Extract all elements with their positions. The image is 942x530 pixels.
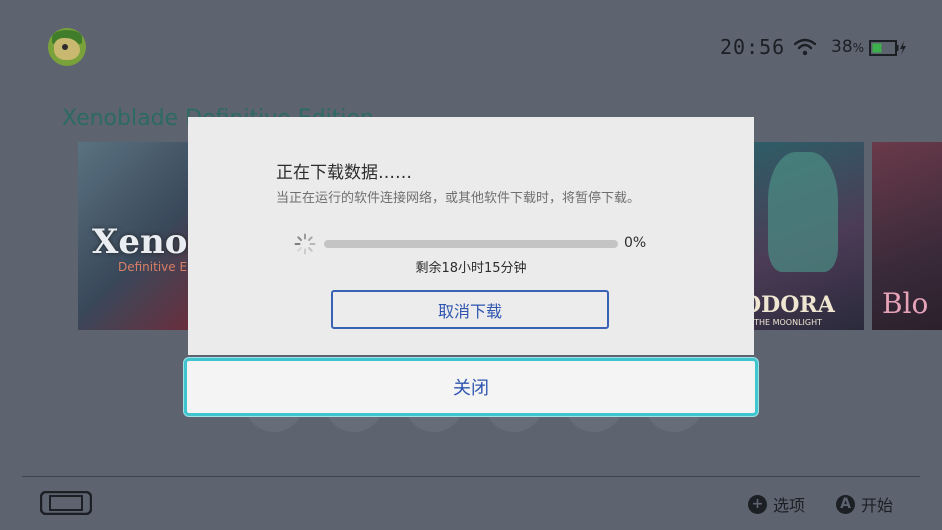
close-button[interactable]: 关闭 xyxy=(184,358,758,416)
game-tile-blo[interactable]: Blo xyxy=(872,142,942,330)
time-remaining: 剩余18小时15分钟 xyxy=(415,261,527,276)
bottom-divider xyxy=(22,476,920,477)
tile-logo: ODORA xyxy=(742,292,835,318)
cancel-download-button[interactable]: 取消下载 xyxy=(331,290,609,329)
start-label: 开始 xyxy=(861,496,894,515)
tile-subtitle: Definitive E xyxy=(118,260,188,274)
dialog-title: 正在下载数据…… xyxy=(276,163,412,183)
handheld-console-icon xyxy=(40,491,92,515)
battery-percent: 38% xyxy=(831,37,865,57)
plus-button-icon: + xyxy=(748,494,767,514)
start-button[interactable]: A 开始 xyxy=(836,492,893,516)
game-tile-odora[interactable]: ODORA R THE MOONLIGHT xyxy=(738,142,864,330)
wifi-icon xyxy=(794,38,816,56)
user-avatar-icon[interactable] xyxy=(48,28,86,66)
options-button[interactable]: + 选项 xyxy=(748,492,805,516)
cancel-download-label: 取消下载 xyxy=(437,301,502,321)
download-dialog: 正在下载数据…… 当正在运行的软件连接网络，或其他软件下载时，将暂停下载。 0%… xyxy=(188,117,754,355)
tile-logo: Blo xyxy=(882,287,929,320)
close-label: 关闭 xyxy=(453,378,489,399)
tile-subtitle: R THE MOONLIGHT xyxy=(746,318,822,327)
battery-charging-icon xyxy=(869,40,906,56)
progress-percent: 0% xyxy=(624,235,647,251)
download-progress-bar xyxy=(324,240,618,248)
clock: 20:56 xyxy=(720,35,786,59)
a-button-icon: A xyxy=(836,494,855,514)
loading-spinner-icon xyxy=(294,233,316,255)
options-label: 选项 xyxy=(773,496,806,515)
dialog-description: 当正在运行的软件连接网络，或其他软件下载时，将暂停下载。 xyxy=(276,191,641,206)
